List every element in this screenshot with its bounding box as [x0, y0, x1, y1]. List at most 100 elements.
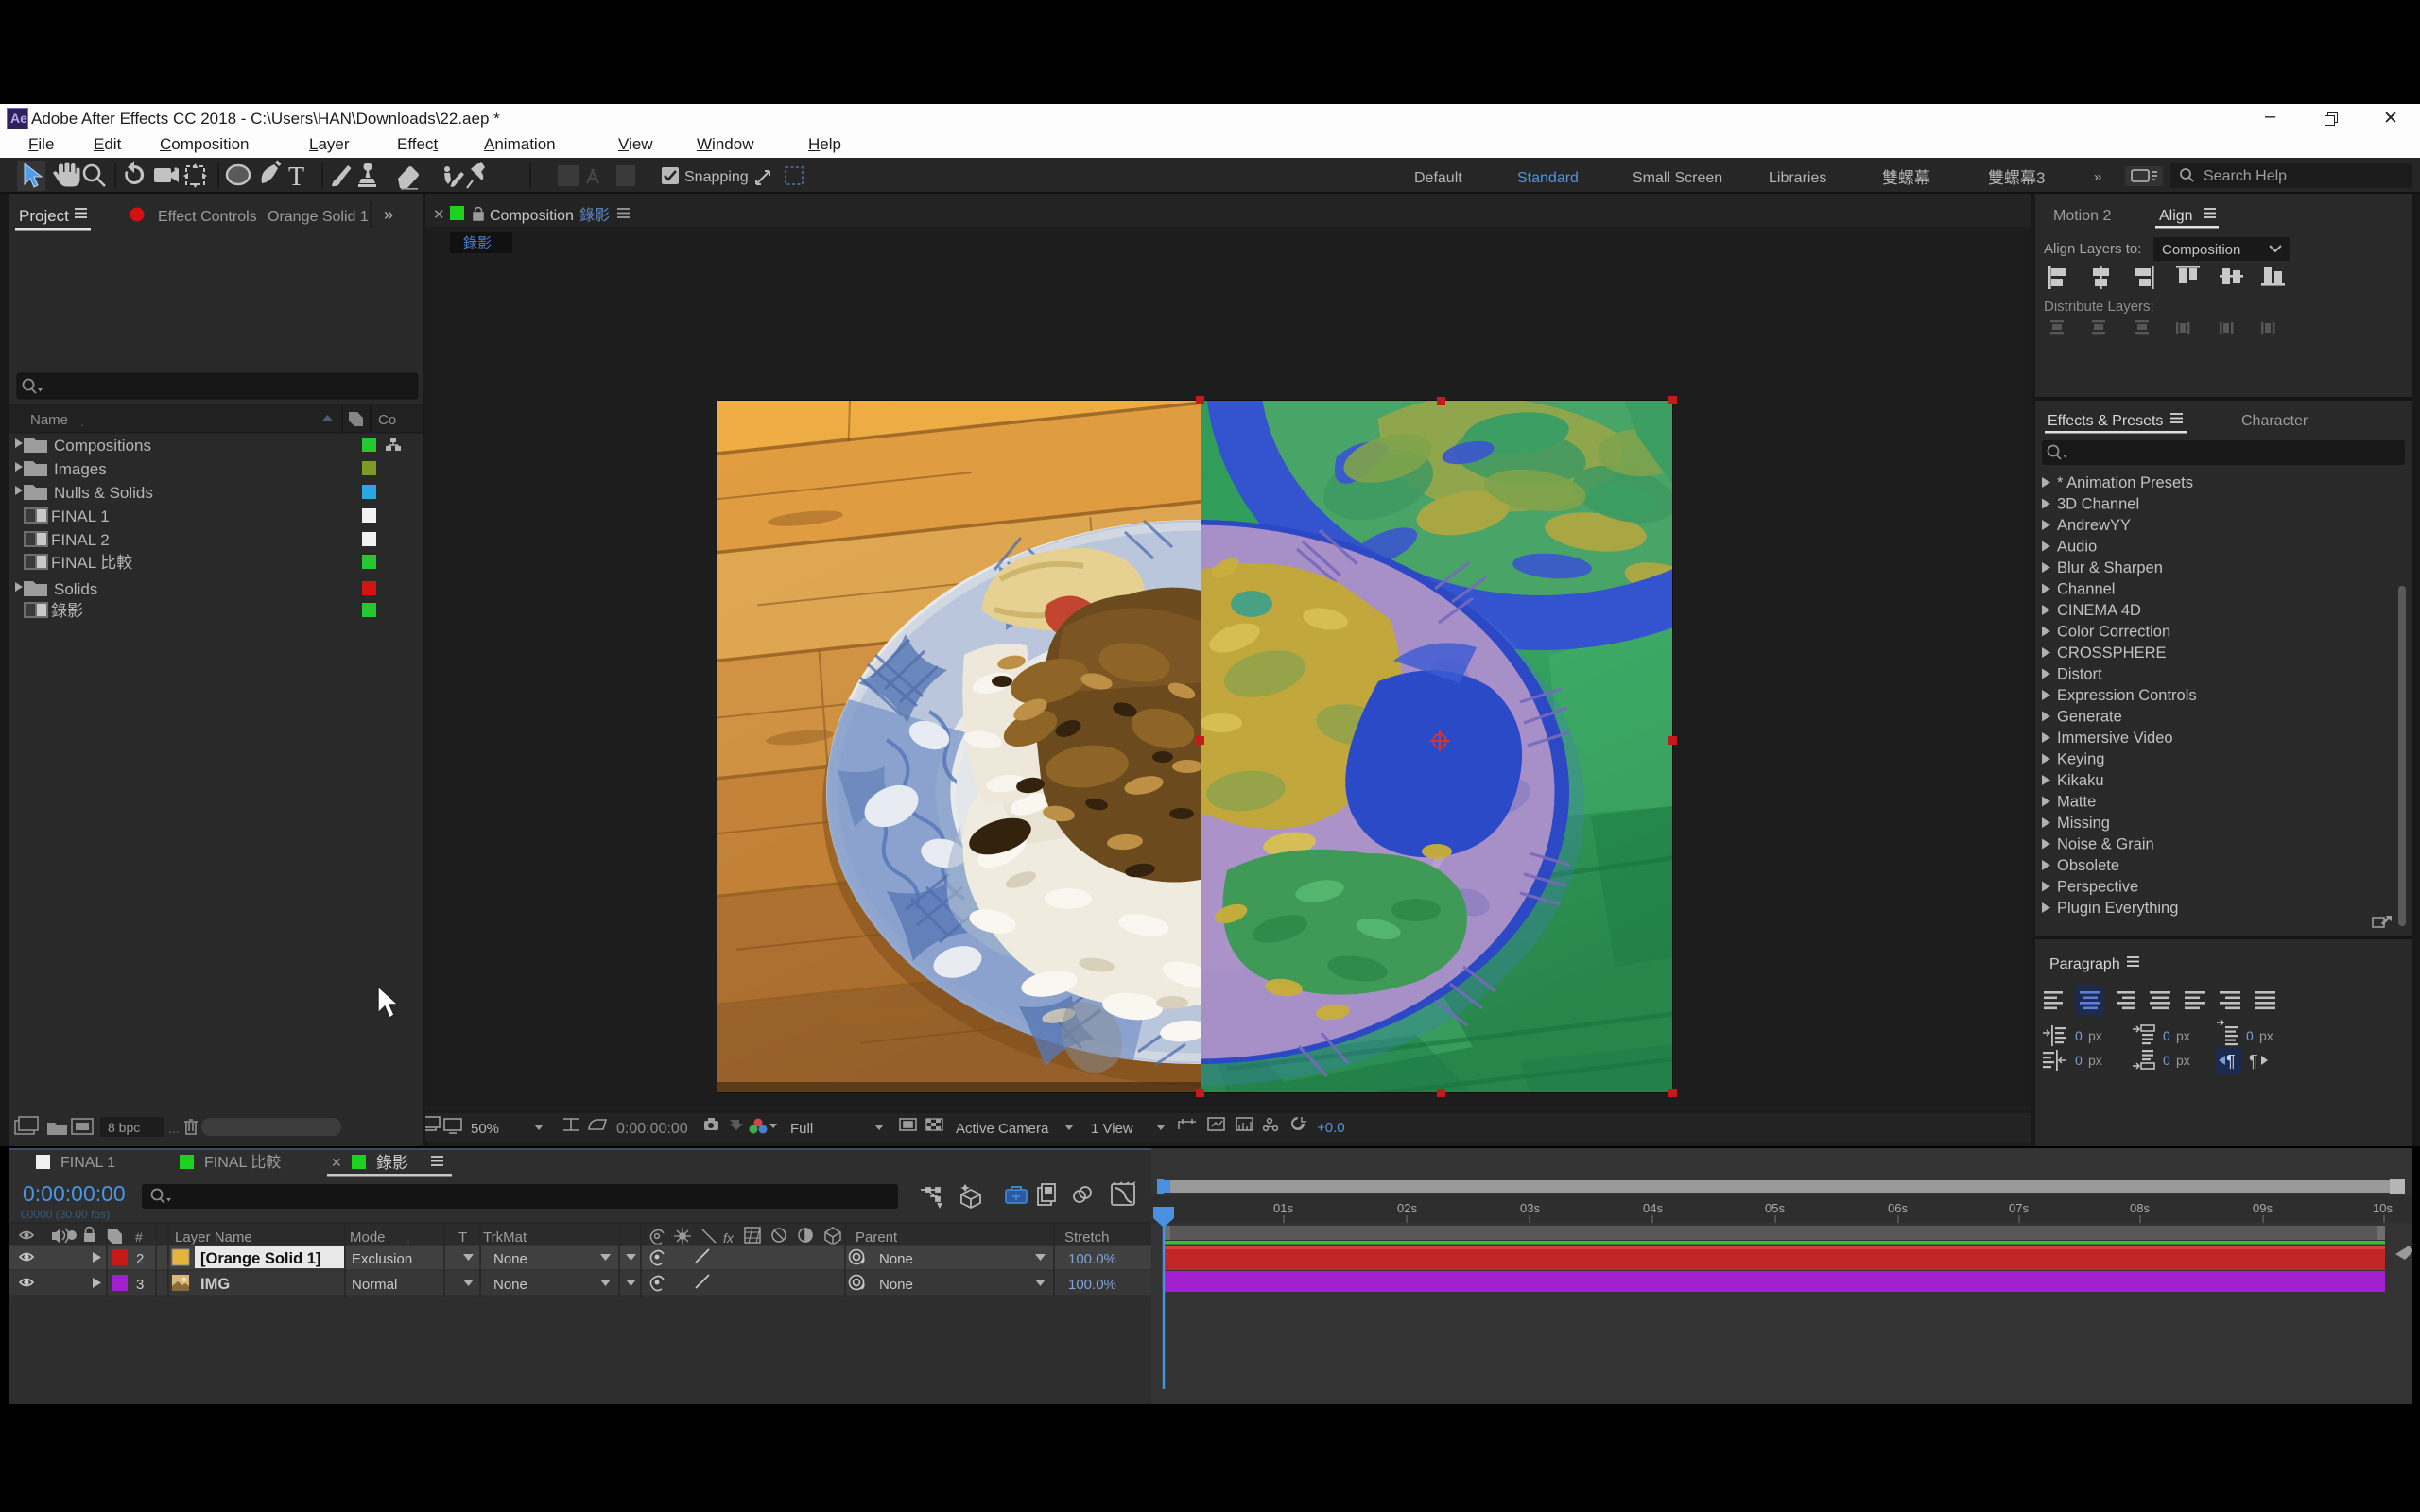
svg-text:Immersive Video: Immersive Video: [2057, 730, 2173, 747]
svg-text:¶: ¶: [2249, 1052, 2258, 1071]
svg-text:Character: Character: [2241, 413, 2308, 429]
svg-text:Effects & Presets: Effects & Presets: [2048, 413, 2163, 429]
svg-text:Orange Solid 1: Orange Solid 1: [268, 209, 369, 225]
svg-text:Perspective: Perspective: [2057, 879, 2138, 896]
svg-text:雙螺幕: 雙螺幕: [1882, 169, 1930, 187]
svg-text:08s: 08s: [2130, 1201, 2150, 1215]
svg-text:錄影: 錄影: [376, 1154, 408, 1172]
svg-text:...: ...: [168, 1121, 180, 1136]
svg-text:Default: Default: [1414, 170, 1462, 186]
svg-text:[Orange Solid 1]: [Orange Solid 1]: [200, 1250, 320, 1267]
svg-text:Obsolete: Obsolete: [2057, 857, 2119, 874]
svg-text:px: px: [2088, 1053, 2102, 1068]
svg-text:»: »: [2094, 169, 2101, 185]
svg-text:00000 (30.00 fps): 00000 (30.00 fps): [21, 1208, 110, 1221]
svg-text:Small Screen: Small Screen: [1633, 170, 1722, 186]
svg-text:Name: Name: [30, 412, 68, 428]
svg-text:None: None: [879, 1277, 913, 1293]
svg-text:Matte: Matte: [2057, 794, 2096, 811]
svg-text:Expression Controls: Expression Controls: [2057, 687, 2197, 704]
svg-text:07s: 07s: [2009, 1201, 2029, 1215]
svg-text:0: 0: [2246, 1028, 2254, 1043]
svg-text:T: T: [458, 1229, 467, 1246]
svg-text:100.0%: 100.0%: [1068, 1277, 1116, 1293]
svg-text:Distort: Distort: [2057, 666, 2102, 683]
svg-text:Generate: Generate: [2057, 709, 2122, 726]
svg-text:Plugin Everything: Plugin Everything: [2057, 900, 2178, 917]
svg-text:Active Camera: Active Camera: [956, 1121, 1049, 1137]
svg-text:Composition: Composition: [2162, 242, 2240, 258]
svg-text:01s: 01s: [1273, 1201, 1293, 1215]
svg-text:Standard: Standard: [1517, 170, 1579, 186]
svg-text:px: px: [2259, 1028, 2273, 1043]
svg-text:✕: ✕: [433, 207, 445, 223]
svg-text:錄影: 錄影: [51, 602, 83, 620]
svg-text:CINEMA 4D: CINEMA 4D: [2057, 602, 2141, 619]
svg-text:Mode: Mode: [350, 1229, 386, 1246]
svg-text:Audio: Audio: [2057, 539, 2097, 556]
svg-text:FINAL 2: FINAL 2: [51, 531, 110, 549]
svg-text:.: .: [406, 1230, 410, 1246]
svg-text:px: px: [2176, 1028, 2190, 1043]
svg-text:Kikaku: Kikaku: [2057, 772, 2104, 789]
svg-text:Align: Align: [2159, 208, 2193, 224]
svg-text:0: 0: [2163, 1028, 2170, 1043]
svg-text:T: T: [288, 163, 304, 192]
svg-text:0: 0: [2075, 1028, 2083, 1043]
svg-text:Nulls & Solids: Nulls & Solids: [54, 484, 153, 502]
svg-text:0:00:00:00: 0:00:00:00: [616, 1121, 688, 1137]
svg-text:1 View: 1 View: [1091, 1121, 1133, 1137]
svg-text:Stretch: Stretch: [1064, 1229, 1110, 1246]
svg-text:05s: 05s: [1765, 1201, 1785, 1215]
svg-text:Distribute Layers:: Distribute Layers:: [2044, 299, 2154, 315]
svg-text:09s: 09s: [2253, 1201, 2273, 1215]
svg-text:Noise & Grain: Noise & Grain: [2057, 836, 2154, 853]
svg-text:Missing: Missing: [2057, 815, 2110, 832]
svg-text:Co: Co: [378, 412, 396, 428]
svg-text:.: .: [80, 414, 84, 430]
svg-text:03s: 03s: [1520, 1201, 1540, 1215]
svg-text:None: None: [879, 1251, 913, 1267]
svg-text:Images: Images: [54, 460, 107, 478]
svg-text:50%: 50%: [471, 1121, 499, 1137]
svg-text:#: #: [135, 1229, 143, 1245]
svg-text:Snapping: Snapping: [684, 169, 749, 185]
svg-text:Effect Controls: Effect Controls: [158, 209, 257, 225]
svg-text:Composition: Composition: [490, 208, 574, 224]
svg-text:Motion 2: Motion 2: [2053, 208, 2111, 224]
svg-text:0:00:00:00: 0:00:00:00: [23, 1181, 126, 1206]
svg-text:FINAL 1: FINAL 1: [60, 1155, 115, 1171]
svg-text:Keying: Keying: [2057, 751, 2104, 768]
svg-text:Libraries: Libraries: [1769, 170, 1826, 186]
svg-text:Paragraph: Paragraph: [2049, 956, 2120, 972]
svg-text:¶: ¶: [2226, 1052, 2236, 1071]
svg-text:3D Channel: 3D Channel: [2057, 496, 2139, 513]
svg-text:CROSSPHERE: CROSSPHERE: [2057, 644, 2167, 662]
svg-text:錄影: 錄影: [579, 206, 610, 224]
svg-text:px: px: [2176, 1053, 2190, 1068]
svg-text:Project: Project: [19, 207, 69, 225]
svg-text:Solids: Solids: [54, 580, 97, 598]
svg-text:Search Help: Search Help: [2204, 168, 2287, 184]
svg-text:px: px: [2088, 1028, 2102, 1043]
svg-text:10s: 10s: [2373, 1201, 2393, 1215]
svg-text:Compositions: Compositions: [54, 437, 151, 455]
svg-text:Channel: Channel: [2057, 581, 2115, 598]
svg-text:0: 0: [2075, 1053, 2083, 1068]
svg-text:IMG: IMG: [200, 1276, 230, 1293]
svg-text:FINAL 比較: FINAL 比較: [204, 1154, 281, 1171]
svg-text:»: »: [384, 205, 393, 224]
svg-text:TrkMat: TrkMat: [483, 1229, 527, 1246]
svg-text:FINAL 1: FINAL 1: [51, 507, 110, 525]
svg-text:Parent: Parent: [856, 1229, 898, 1246]
svg-text:✕: ✕: [331, 1155, 342, 1170]
svg-text:FINAL 比較: FINAL 比較: [51, 554, 132, 572]
svg-text:100.0%: 100.0%: [1068, 1251, 1116, 1267]
svg-text:06s: 06s: [1888, 1201, 1908, 1215]
svg-text:02s: 02s: [1397, 1201, 1417, 1215]
svg-text:+0.0: +0.0: [1317, 1120, 1345, 1136]
svg-text:錄影: 錄影: [463, 234, 492, 251]
svg-text:* Animation Presets: * Animation Presets: [2057, 474, 2193, 491]
svg-text:3: 3: [136, 1277, 144, 1293]
svg-text:0: 0: [2163, 1053, 2170, 1068]
